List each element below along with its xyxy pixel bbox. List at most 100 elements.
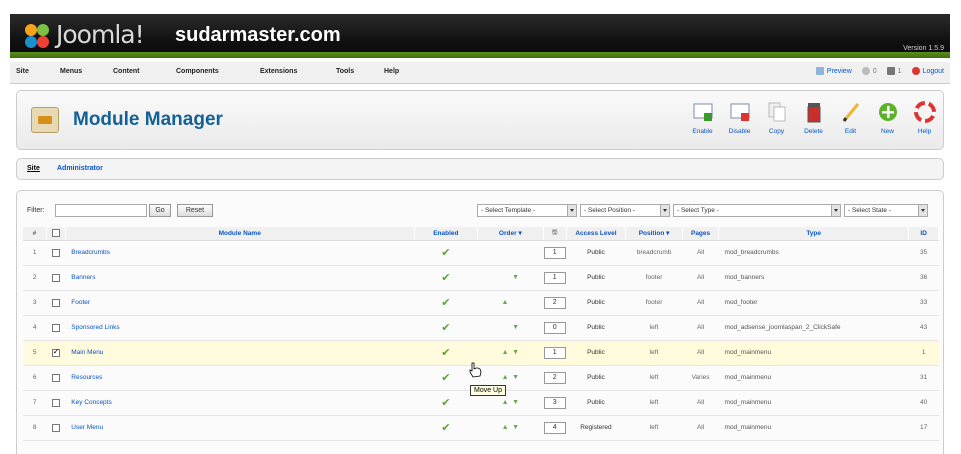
order-input[interactable]: 0 (543, 321, 566, 334)
enabled-toggle[interactable]: ✔ (414, 315, 478, 341)
move-up-arrow-icon[interactable]: ▲ (502, 399, 509, 406)
module-name-link[interactable]: User Menu (65, 415, 415, 441)
order-input[interactable]: 1 (543, 346, 566, 359)
help-button[interactable]: Help (906, 99, 943, 143)
access-level[interactable]: Registered (566, 415, 626, 441)
type-select[interactable]: - Select Type - (673, 204, 841, 217)
col-access[interactable]: Access Level (566, 227, 627, 241)
new-button[interactable]: New (869, 99, 906, 143)
module-name-link[interactable]: Banners (65, 265, 415, 291)
edit-button[interactable]: Edit (832, 99, 869, 143)
id-value: 36 (908, 265, 939, 291)
order-input[interactable]: 1 (543, 271, 566, 284)
position-select[interactable]: - Select Position - (580, 204, 670, 217)
col-check-all[interactable] (46, 227, 66, 241)
access-level[interactable]: Public (566, 390, 626, 416)
menu-tools[interactable]: Tools (336, 68, 354, 75)
row-checkbox-cell[interactable] (46, 390, 66, 416)
menu-content[interactable]: Content (113, 68, 139, 75)
tab-site[interactable]: Site (27, 165, 40, 172)
module-name-link[interactable]: Sponsored Links (65, 315, 415, 341)
logout-link[interactable]: Logout (911, 67, 944, 75)
users-count[interactable]: 1 (886, 67, 902, 75)
order-input[interactable]: 2 (543, 296, 566, 309)
move-down-arrow-icon[interactable]: ▼ (512, 399, 519, 406)
move-down-arrow-icon[interactable]: ▼ (512, 424, 519, 431)
preview-link[interactable]: Preview (815, 67, 852, 75)
module-name-link[interactable]: Breadcrumbs (65, 240, 415, 266)
row-checkbox-cell[interactable] (46, 290, 66, 316)
move-down-arrow-icon[interactable]: ▼ (512, 274, 519, 281)
template-select[interactable]: - Select Template - (477, 204, 577, 217)
move-up-arrow-icon[interactable]: ▲ (502, 299, 509, 306)
reset-button[interactable]: Reset (177, 204, 213, 217)
copy-button[interactable]: Copy (758, 99, 795, 143)
row-checkbox-cell[interactable] (46, 365, 66, 391)
messages-count[interactable]: 0 (861, 67, 877, 75)
col-type[interactable]: Type (718, 227, 910, 241)
col-id[interactable]: ID (908, 227, 939, 241)
row-checkbox[interactable] (51, 298, 60, 307)
order-input[interactable]: 1 (543, 246, 566, 259)
module-name-link[interactable]: Footer (65, 290, 415, 316)
enabled-toggle[interactable]: ✔ (414, 290, 478, 316)
save-order-icon[interactable]: 🖫 (543, 227, 567, 241)
move-up-tooltip: Move Up (470, 385, 507, 396)
check-all-checkbox[interactable] (51, 229, 60, 238)
row-checkbox-cell[interactable] (46, 265, 66, 291)
col-enabled[interactable]: Enabled (414, 227, 479, 241)
move-up-arrow-icon[interactable]: ▲ (502, 349, 509, 356)
menu-components[interactable]: Components (176, 68, 219, 75)
row-checkbox-cell[interactable] (46, 240, 66, 266)
check-icon: ✔ (441, 422, 451, 434)
menu-site[interactable]: Site (16, 68, 29, 75)
enabled-toggle[interactable]: ✔ (414, 415, 478, 441)
go-button[interactable]: Go (149, 204, 171, 217)
access-level[interactable]: Public (566, 315, 626, 341)
row-checkbox[interactable] (51, 398, 60, 407)
order-input[interactable]: 2 (543, 371, 566, 384)
col-pages[interactable]: Pages (682, 227, 720, 241)
access-level[interactable]: Public (566, 340, 626, 366)
menu-extensions[interactable]: Extensions (260, 68, 297, 75)
move-down-arrow-icon[interactable]: ▼ (512, 374, 519, 381)
order-input[interactable]: 3 (543, 396, 566, 409)
row-checkbox[interactable] (51, 248, 60, 257)
menu-help[interactable]: Help (384, 68, 399, 75)
order-input[interactable]: 4 (543, 421, 566, 434)
row-checkbox[interactable] (51, 373, 60, 382)
row-checkbox[interactable] (51, 423, 60, 432)
enabled-toggle[interactable]: ✔ (414, 390, 478, 416)
module-name-link[interactable]: Key Concepts (65, 390, 415, 416)
row-checkbox[interactable] (51, 323, 60, 332)
move-down-arrow-icon[interactable]: ▼ (512, 349, 519, 356)
access-level[interactable]: Public (566, 365, 626, 391)
move-up-arrow-icon[interactable]: ▲ (502, 374, 509, 381)
access-level[interactable]: Public (566, 290, 626, 316)
row-checkbox-cell[interactable] (46, 315, 66, 341)
enable-label: Enable (692, 128, 713, 135)
filter-input[interactable] (55, 204, 147, 217)
row-checkbox[interactable] (51, 347, 60, 357)
row-checkbox-cell[interactable] (46, 415, 66, 441)
menu-menus[interactable]: Menus (60, 68, 82, 75)
row-checkbox[interactable] (51, 273, 60, 282)
access-level[interactable]: Public (566, 265, 626, 291)
module-name-link[interactable]: Main Menu (65, 340, 415, 366)
row-checkbox-cell[interactable] (46, 340, 66, 366)
col-order[interactable]: Order ▾ (477, 227, 544, 241)
order-arrows: ▼ (477, 315, 544, 341)
move-up-arrow-icon[interactable]: ▲ (502, 424, 509, 431)
enable-button[interactable]: Enable (684, 99, 721, 143)
move-down-arrow-icon[interactable]: ▼ (512, 324, 519, 331)
module-name-link[interactable]: Resources (65, 365, 415, 391)
col-module-name[interactable]: Module Name (65, 227, 415, 241)
enabled-toggle[interactable]: ✔ (414, 240, 478, 266)
access-level[interactable]: Public (566, 240, 626, 266)
state-select[interactable]: - Select State - (844, 204, 928, 217)
tab-administrator[interactable]: Administrator (57, 165, 103, 172)
enabled-toggle[interactable]: ✔ (414, 265, 478, 291)
disable-button[interactable]: Disable (721, 99, 758, 143)
delete-button[interactable]: Delete (795, 99, 832, 143)
col-position[interactable]: Position ▾ (625, 227, 684, 241)
